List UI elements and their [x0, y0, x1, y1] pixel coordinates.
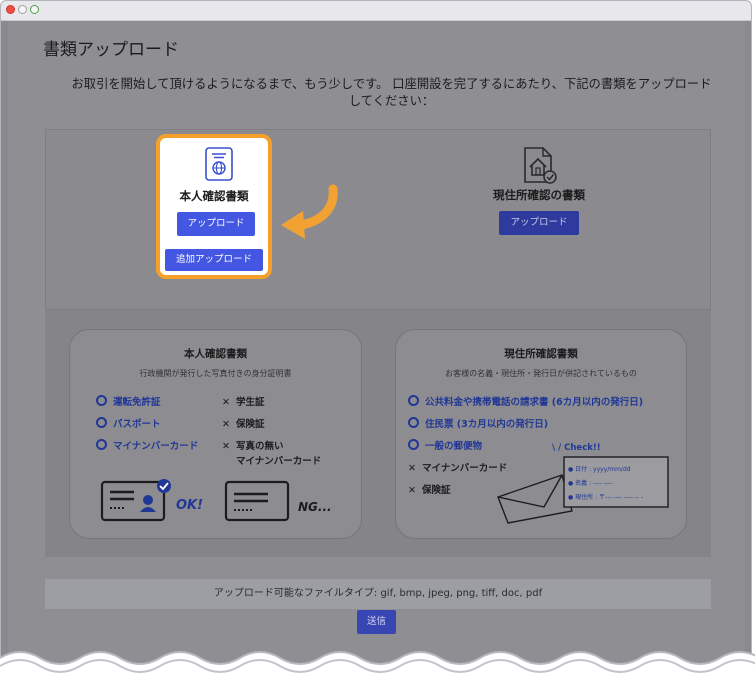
ok-circle-icon	[408, 439, 419, 450]
address-requirements-box: 現住所確認書類 お客様の名義・現住所・発行日が併記されているもの 公共料金や携帯…	[395, 329, 687, 539]
ng-item-continued: マイナンバーカード	[236, 456, 322, 467]
page-title: 書類アップロード	[43, 40, 179, 60]
file-types-info: アップロード可能なファイルタイプ: gif, bmp, jpeg, png, t…	[45, 579, 711, 609]
ng-item: ✕ 学生証	[222, 397, 265, 408]
maximize-window-button[interactable]	[30, 5, 39, 14]
ok-item: 運転免許証	[96, 394, 161, 408]
address-requirements-title: 現住所確認書類	[504, 348, 578, 360]
ok-mark: OK!	[176, 498, 204, 513]
ok-item: 住民票 (3カ月以内の発行日)	[408, 416, 548, 430]
passport-icon	[205, 147, 233, 181]
id-card-ok-icon	[100, 479, 171, 522]
ok-item: マイナンバーカード	[96, 438, 198, 452]
cross-icon: ✕	[222, 419, 230, 430]
id-requirements-title: 本人確認書類	[184, 348, 247, 360]
id-additional-upload-button[interactable]: 追加アップロード	[165, 249, 263, 271]
close-window-button[interactable]	[6, 5, 15, 14]
minimize-window-button[interactable]	[18, 5, 27, 14]
ok-circle-icon	[96, 395, 107, 406]
cross-icon: ✕	[408, 463, 416, 474]
check-label: \ / Check!!	[552, 443, 601, 453]
id-card-title: 本人確認書類	[179, 189, 249, 203]
ok-item: パスポート	[96, 416, 161, 430]
id-requirements-subtitle: 行政機関が発行した写真付きの身分証明書	[139, 369, 292, 378]
check-field-name: ● 名義 : ---- ----	[568, 480, 613, 487]
ng-item: ✕ マイナンバーカード	[408, 463, 508, 474]
id-card-ng-icon	[224, 480, 290, 522]
ok-item: 公共料金や携帯電話の請求書 (6カ月以内の発行日)	[408, 394, 643, 408]
intro-line-1: お取引を開始して頂けるようになるまで、もう少しです。 口座開設を完了するにあたり…	[71, 77, 712, 91]
intro-line-2: してください：	[348, 94, 435, 108]
submit-button[interactable]: 送信	[357, 610, 396, 634]
check-field-address: ● 現住所 : 〒--- ---- ---- -- -	[568, 494, 643, 501]
sparkle-icon: \ /	[552, 443, 565, 453]
address-upload-button[interactable]: アップロード	[499, 211, 579, 235]
ok-item: 一般の郵便物	[408, 438, 482, 452]
ok-circle-icon	[408, 395, 419, 406]
id-document-card: 本人確認書類 アップロード 追加アップロード	[156, 134, 272, 279]
ng-item: ✕ 写真の無い	[222, 441, 284, 452]
id-requirements-box: 本人確認書類 行政機関が発行した写真付きの身分証明書 運転免許証 パスポート マ…	[69, 329, 362, 539]
house-document-icon	[524, 147, 557, 184]
cross-icon: ✕	[222, 441, 230, 452]
ok-circle-icon	[96, 417, 107, 428]
window-titlebar	[1, 1, 751, 21]
address-requirements-subtitle: お客様の名義・現住所・発行日が併記されているもの	[445, 369, 637, 378]
address-card-title: 現住所確認の書類	[493, 188, 585, 202]
upload-panel	[45, 129, 711, 310]
pointer-arrow-icon	[281, 184, 338, 239]
check-field-date: ● 日付 : yyyy/mm/dd	[568, 466, 631, 473]
ng-item: ✕ 保険証	[408, 485, 451, 496]
cross-icon: ✕	[408, 485, 416, 496]
browser-window: 書類アップロード お取引を開始して頂けるようになるまで、もう少しです。 口座開設…	[0, 0, 752, 678]
intro-text: お取引を開始して頂けるようになるまで、もう少しです。 口座開設を完了するにあたり…	[39, 76, 744, 110]
ok-circle-icon	[408, 417, 419, 428]
ng-item: ✕ 保険証	[222, 419, 265, 430]
ng-mark: NG...	[298, 500, 332, 514]
torn-edge-divider	[0, 651, 755, 680]
ok-circle-icon	[96, 439, 107, 450]
id-upload-button[interactable]: アップロード	[177, 212, 255, 236]
cross-icon: ✕	[222, 397, 230, 408]
